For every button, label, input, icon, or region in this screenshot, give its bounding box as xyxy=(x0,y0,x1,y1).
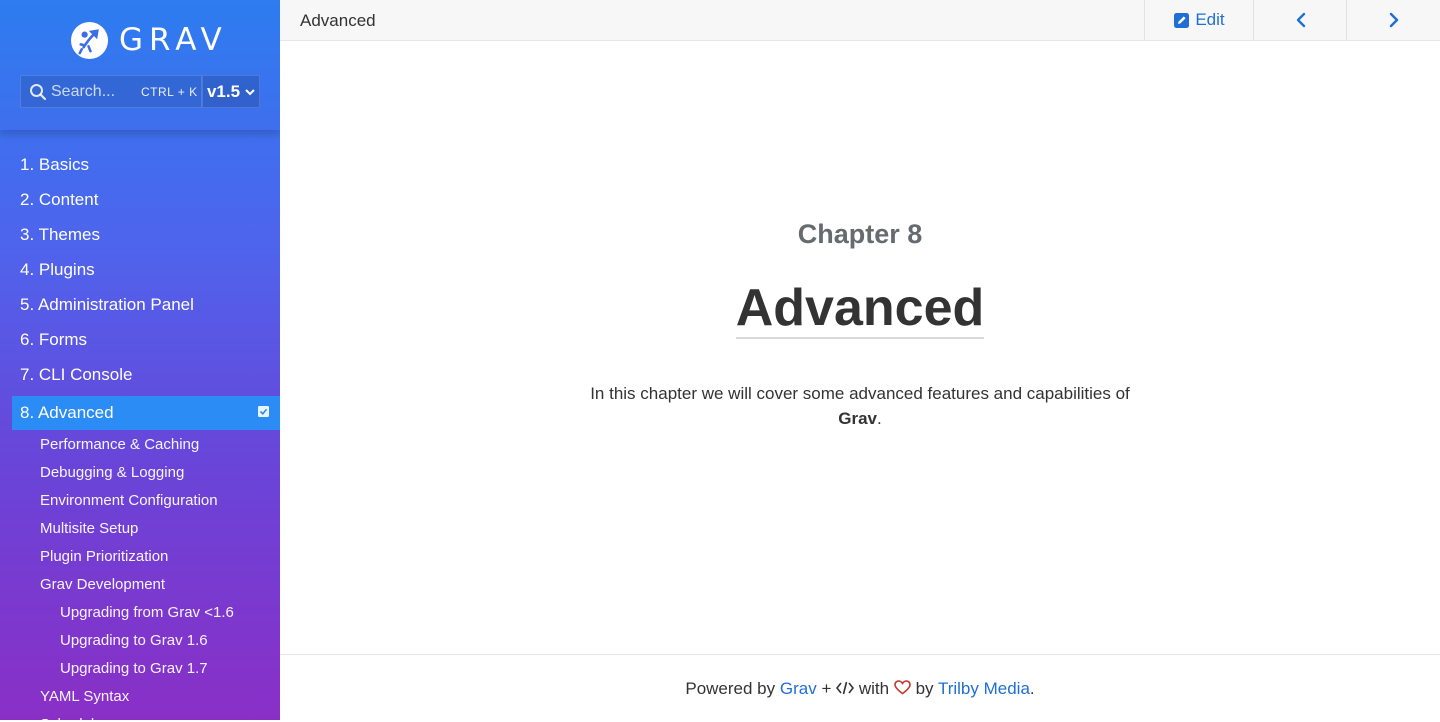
chevron-right-icon xyxy=(1389,12,1399,28)
sidebar-nav: 1. Basics 2. Content 3. Themes 4. Plugin… xyxy=(0,146,280,720)
sidebar-item-basics[interactable]: 1. Basics xyxy=(0,146,280,181)
sidebar-item-upgrading-from-grav-1-6[interactable]: Upgrading from Grav <1.6 xyxy=(0,598,280,626)
sidebar-item-label: 8. Advanced xyxy=(20,403,114,422)
chapter-title-wrap: Advanced xyxy=(280,279,1440,339)
chapter-title: Advanced xyxy=(735,279,985,339)
sidebar-item-upgrading-to-grav-1-7[interactable]: Upgrading to Grav 1.7 xyxy=(0,654,280,682)
chapter-description: In this chapter we will cover some advan… xyxy=(570,381,1150,431)
edit-label: Edit xyxy=(1195,10,1225,29)
next-page-button[interactable] xyxy=(1346,0,1440,40)
sidebar-item-multisite-setup[interactable]: Multisite Setup xyxy=(0,514,280,542)
chapter-label: Chapter 8 xyxy=(797,219,923,249)
chevron-left-icon xyxy=(1296,12,1305,28)
footer-plus: + xyxy=(821,679,832,698)
version-select[interactable]: v1.5 xyxy=(202,75,260,108)
footer-by: by xyxy=(915,679,934,698)
search-icon xyxy=(30,83,47,100)
sidebar-item-forms[interactable]: 6. Forms xyxy=(0,321,280,356)
main-content: Chapter 8 Advanced In this chapter we wi… xyxy=(280,41,1440,654)
heart-icon xyxy=(894,680,911,695)
description-suffix: . xyxy=(877,409,882,428)
logo-text: GRAV xyxy=(119,22,228,58)
sidebar-item-debugging-logging[interactable]: Debugging & Logging xyxy=(0,458,280,486)
description-text: In this chapter we will cover some advan… xyxy=(590,384,1130,403)
sidebar-item-scheduler[interactable]: Scheduler xyxy=(0,710,280,720)
sidebar-item-upgrading-to-grav-1-6[interactable]: Upgrading to Grav 1.6 xyxy=(0,626,280,654)
footer-with: with xyxy=(858,679,890,698)
sidebar-item-plugins[interactable]: 4. Plugins xyxy=(0,251,280,286)
sidebar-item-administration-panel[interactable]: 5. Administration Panel xyxy=(0,286,280,321)
search-input[interactable] xyxy=(51,82,133,101)
edit-button[interactable]: Edit xyxy=(1144,0,1254,40)
sidebar-item-advanced[interactable]: 8. Advanced xyxy=(12,396,280,430)
footer-end: . xyxy=(1029,679,1035,698)
grav-link[interactable]: Grav xyxy=(780,679,817,698)
version-value: v1.5 xyxy=(206,81,241,101)
code-icon xyxy=(836,681,855,694)
footer-powered-by: Powered by xyxy=(685,679,776,698)
sidebar-item-grav-development[interactable]: Grav Development xyxy=(0,570,280,598)
grav-logo-icon xyxy=(70,21,109,59)
footer: Powered by Grav + with by Trilby Media. xyxy=(280,654,1440,721)
search-shortcut: CTRL + K xyxy=(141,84,198,99)
sidebar-item-themes[interactable]: 3. Themes xyxy=(0,216,280,251)
sidebar-header: GRAV CTRL + K v1.5 xyxy=(0,0,280,130)
top-bar: Advanced Edit xyxy=(280,0,1440,41)
chevron-down-icon xyxy=(245,88,255,95)
search-box[interactable]: CTRL + K xyxy=(20,75,202,108)
check-square-icon xyxy=(258,406,269,417)
description-bold: Grav xyxy=(838,409,877,428)
sidebar: GRAV CTRL + K v1.5 1. Basics 2. Content … xyxy=(0,0,280,720)
sidebar-item-performance-caching[interactable]: Performance & Caching xyxy=(0,430,280,458)
sidebar-item-plugin-prioritization[interactable]: Plugin Prioritization xyxy=(0,542,280,570)
sidebar-item-environment-configuration[interactable]: Environment Configuration xyxy=(0,486,280,514)
breadcrumb: Advanced xyxy=(300,11,376,30)
edit-icon xyxy=(1174,12,1190,28)
sidebar-item-cli-console[interactable]: 7. CLI Console xyxy=(0,356,280,391)
sidebar-item-yaml-syntax[interactable]: YAML Syntax xyxy=(0,682,280,710)
prev-page-button[interactable] xyxy=(1253,0,1347,40)
trilby-media-link[interactable]: Trilby Media xyxy=(938,679,1030,698)
sidebar-item-content[interactable]: 2. Content xyxy=(0,181,280,216)
grav-logo[interactable]: GRAV xyxy=(70,20,228,60)
